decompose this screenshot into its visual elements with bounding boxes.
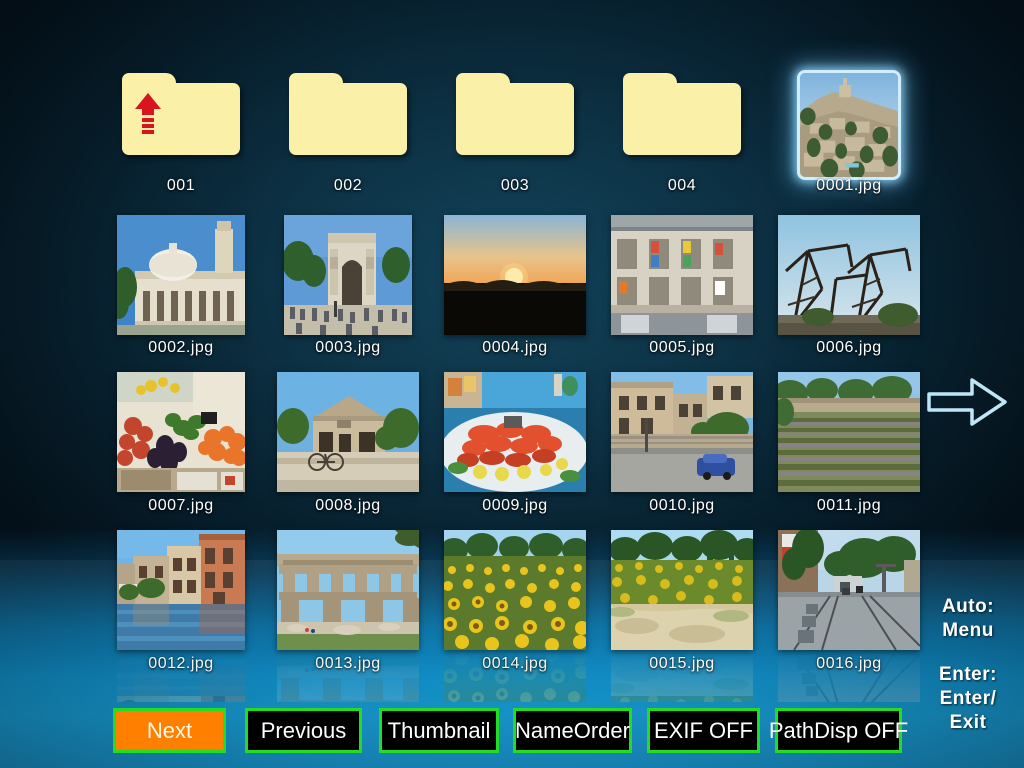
thumbnail[interactable] (444, 372, 586, 492)
bottom-button[interactable]: Thumbnail (379, 708, 499, 753)
thumbnail[interactable] (117, 372, 245, 492)
folder-icon (456, 73, 574, 155)
thumbnail-image (277, 372, 419, 492)
thumbnail-image (778, 530, 920, 650)
file-label: 0013.jpg (315, 655, 381, 672)
thumbnail[interactable] (277, 372, 419, 492)
thumbnail-image (117, 530, 245, 650)
thumbnail[interactable] (444, 530, 586, 650)
thumbnail-image (117, 372, 245, 492)
thumbnail[interactable] (611, 372, 753, 492)
folder-body (456, 83, 574, 155)
thumbnail-image (778, 215, 920, 335)
file-label: 0007.jpg (148, 497, 214, 514)
right-rail: Auto: Menu Enter: Enter/ Exit (912, 0, 1024, 768)
folder-label: 003 (500, 177, 530, 194)
thumbnail[interactable] (797, 70, 901, 180)
thumbnail-image (444, 530, 586, 650)
up-arrow-icon (135, 93, 161, 134)
file-label: 0003.jpg (315, 339, 381, 356)
rail-auto-line1: Auto: (941, 596, 995, 617)
thumbnail[interactable] (778, 215, 920, 335)
file-label: 0005.jpg (649, 339, 715, 356)
file-label: 0011.jpg (816, 497, 882, 514)
file-label: 0014.jpg (482, 655, 548, 672)
file-label: 0008.jpg (315, 497, 381, 514)
rail-enter-line1: Enter: (939, 664, 997, 685)
thumbnail[interactable] (284, 215, 412, 335)
folder-icon (122, 73, 240, 155)
file-label: 0012.jpg (148, 655, 214, 672)
thumbnail[interactable] (117, 215, 245, 335)
thumbnail-image (277, 530, 419, 650)
file-label: 0015.jpg (649, 655, 715, 672)
thumbnail-image (611, 530, 753, 650)
thumbnail-image (800, 73, 898, 177)
file-label: 0010.jpg (649, 497, 715, 514)
thumbnail-grid: 001 002 003 004 0001.jpg 0002.jpg 0003.j… (0, 0, 1024, 768)
thumbnail-image (444, 215, 586, 335)
bottom-button[interactable]: Previous (245, 708, 362, 753)
thumbnail[interactable] (117, 530, 245, 650)
folder-label: 001 (166, 177, 196, 194)
rail-auto-line2: Menu (942, 620, 994, 641)
button-bar: Next Previous Thumbnail NameOrder EXIF OFF Pa… (0, 708, 1024, 760)
thumbnail-image (284, 215, 412, 335)
folder-body (289, 83, 407, 155)
file-label: 0001.jpg (816, 177, 882, 194)
bottom-button[interactable]: EXIF OFF (647, 708, 760, 753)
folder-label: 002 (333, 177, 363, 194)
thumbnail-image (611, 372, 753, 492)
thumbnail-image (778, 372, 920, 492)
thumbnail[interactable] (444, 215, 586, 335)
bottom-button[interactable]: Next (113, 708, 226, 753)
folder-icon (623, 73, 741, 155)
file-label: 0016.jpg (816, 655, 882, 672)
thumbnail[interactable] (778, 530, 920, 650)
thumbnail-image (611, 215, 753, 335)
folder-body (623, 83, 741, 155)
file-label: 0002.jpg (148, 339, 214, 356)
thumbnail[interactable] (611, 215, 753, 335)
file-label: 0006.jpg (816, 339, 882, 356)
thumbnail-image (117, 215, 245, 335)
thumbnail[interactable] (277, 530, 419, 650)
file-label: 0009.jpg (482, 497, 548, 514)
thumbnail[interactable] (778, 372, 920, 492)
folder-icon (289, 73, 407, 155)
folder-label: 004 (667, 177, 697, 194)
arrow-right-icon[interactable] (926, 374, 1008, 430)
thumbnail-image (444, 372, 586, 492)
file-label: 0004.jpg (482, 339, 548, 356)
rail-auto-hint: Auto: Menu (912, 595, 1024, 643)
bottom-button[interactable]: NameOrder (513, 708, 632, 753)
bottom-button[interactable]: PathDisp OFF (769, 708, 908, 753)
thumbnail[interactable] (611, 530, 753, 650)
